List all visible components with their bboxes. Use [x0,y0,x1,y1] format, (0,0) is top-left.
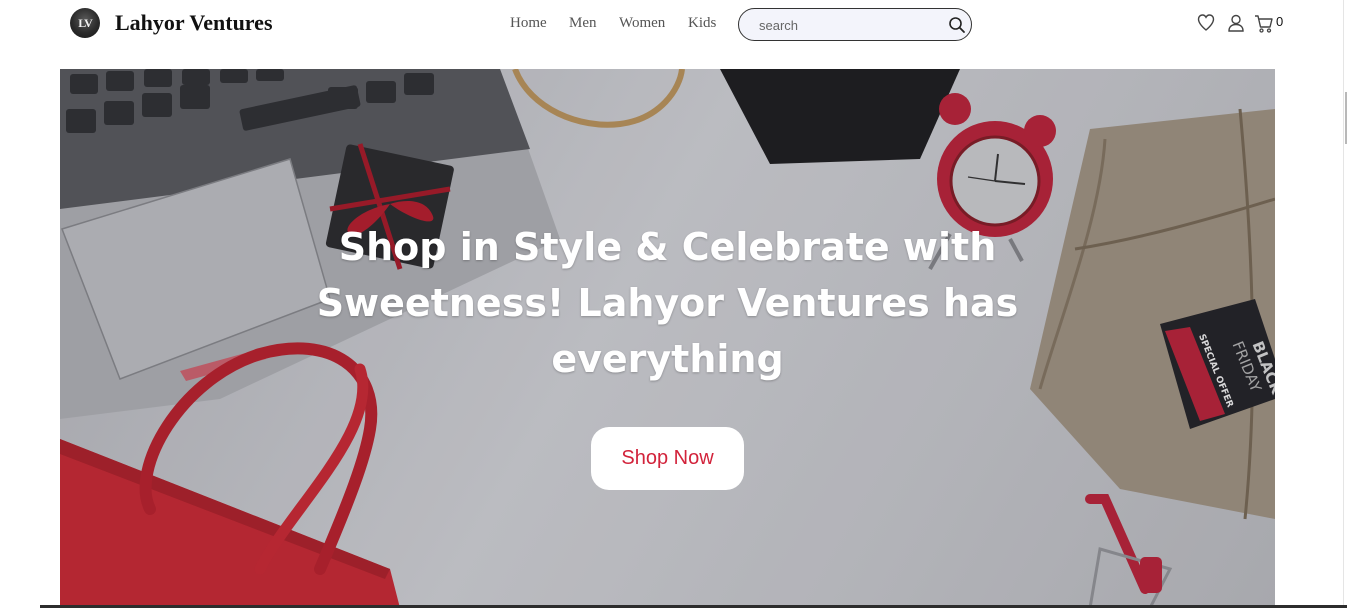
heart-icon[interactable] [1196,12,1216,34]
cart-count-badge: 0 [1276,14,1284,29]
nav-women[interactable]: Women [619,15,665,32]
search-input[interactable] [759,16,939,34]
search-bar [738,8,972,41]
nav-kids[interactable]: Kids [688,15,716,32]
cart-icon[interactable] [1254,12,1274,34]
site-header: LV Lahyor Ventures Home Men Women Kids 0 [0,0,1347,50]
nav-home[interactable]: Home [510,15,547,32]
scrollbar-track[interactable] [1343,0,1344,608]
brand-logo[interactable]: LV [70,8,100,38]
search-icon[interactable] [947,15,967,35]
brand-name[interactable]: Lahyor Ventures [115,10,273,36]
hero-headline: Shop in Style & Celebrate with Sweetness… [316,225,1019,381]
logo-mark: LV [78,15,93,30]
user-icon[interactable] [1226,12,1246,34]
hero-banner: BLACK FRIDAY SPECIAL OFFER Shop in Style… [60,69,1275,608]
shop-now-button[interactable]: Shop Now [591,427,744,490]
nav-men[interactable]: Men [569,15,597,32]
